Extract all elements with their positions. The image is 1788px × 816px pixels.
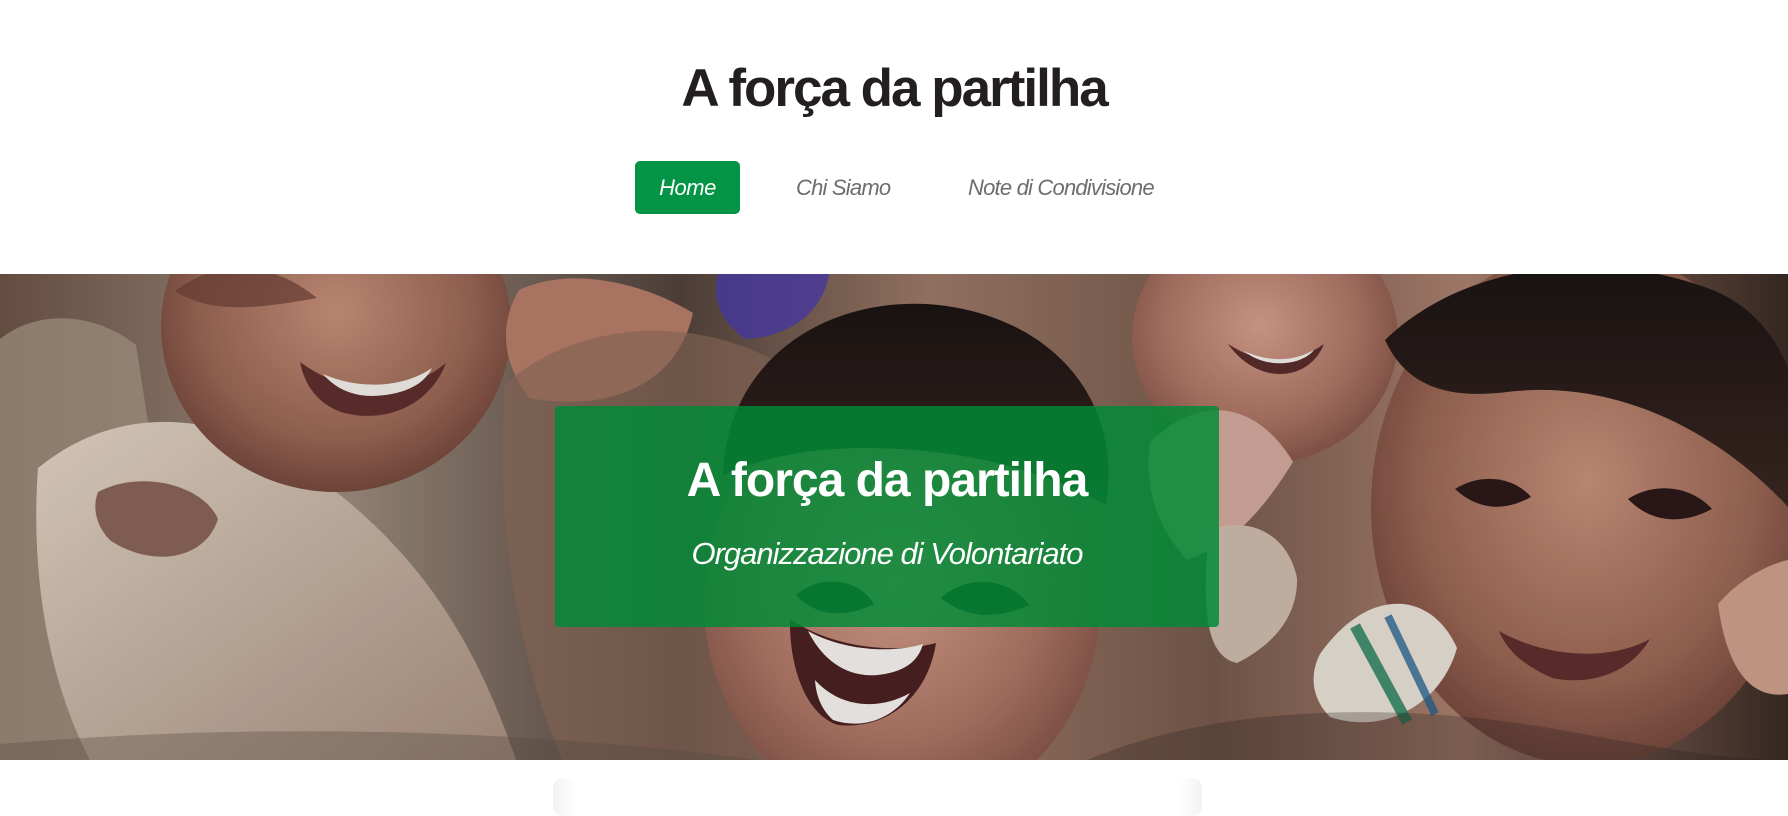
content-card-shadow-right [1178, 778, 1202, 816]
site-title[interactable]: A força da partilha [0, 54, 1788, 124]
nav-home-link[interactable]: Home [635, 161, 740, 214]
content-card-shadow-left [553, 778, 577, 816]
hero-overlay-card: A força da partilha Organizzazione di Vo… [555, 406, 1219, 627]
nav-chi-siamo-link[interactable]: Chi Siamo [796, 161, 891, 214]
hero-title: A força da partilha [686, 454, 1089, 507]
nav-note-di-condivisione-link[interactable]: Note di Condivisione [968, 161, 1155, 214]
content-preview-area [0, 760, 1788, 816]
hero-subtitle: Organizzazione di Volontariato [691, 536, 1083, 571]
main-navigation: Home Chi Siamo Note di Condivisione [0, 161, 1788, 216]
page: A força da partilha Home Chi Siamo Note … [0, 0, 1788, 816]
hero-banner: A força da partilha Organizzazione di Vo… [0, 274, 1788, 760]
site-header: A força da partilha Home Chi Siamo Note … [0, 0, 1788, 274]
